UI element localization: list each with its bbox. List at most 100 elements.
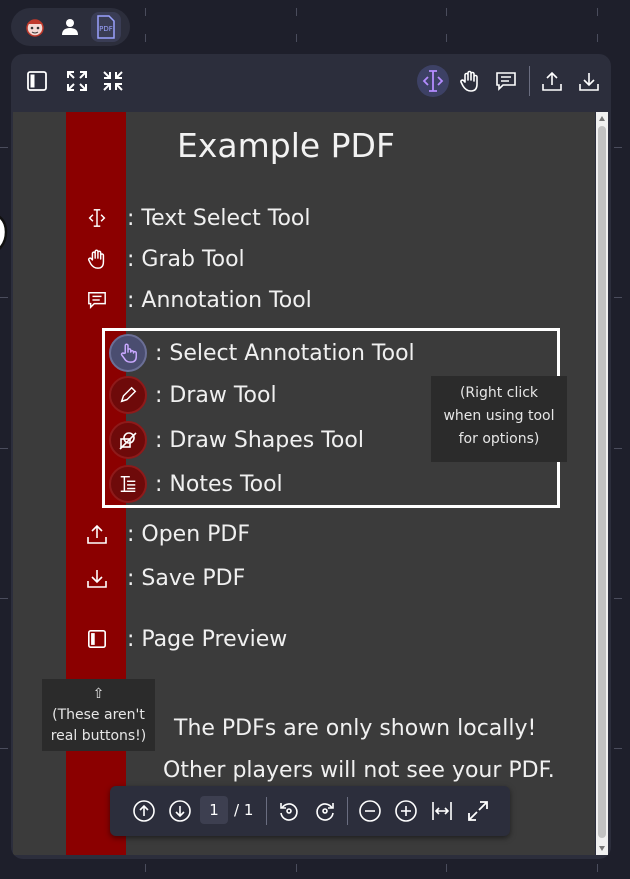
annotation-icon [496, 72, 516, 91]
grid-tick [446, 8, 447, 16]
scroll-down-icon[interactable] [599, 846, 605, 851]
annotation-icon [88, 292, 106, 310]
page-number-input[interactable] [200, 796, 228, 824]
grid-tick [145, 8, 146, 16]
list-item-notes: : Notes Tool [109, 464, 283, 504]
right-click-tooltip: (Right click when using tool for options… [431, 376, 567, 462]
tooltip-line: real buttons!) [50, 728, 147, 744]
fit-width-button[interactable] [428, 797, 456, 825]
download-icon [87, 570, 107, 588]
tooltip-line: when using tool [443, 408, 555, 424]
viewer-toolbar [11, 54, 611, 108]
tool-label: : Page Preview [127, 626, 288, 652]
annotation-tool-button[interactable] [490, 65, 522, 97]
shapes-icon [119, 432, 137, 450]
sidebar-toggle-icon [27, 71, 47, 91]
text-select-icon [88, 209, 106, 227]
list-item-grab: : Grab Tool [73, 243, 245, 275]
tooltip-line: for options) [458, 431, 540, 447]
vertical-scrollbar[interactable] [596, 112, 608, 855]
pdf-button[interactable]: PDF [91, 12, 122, 42]
grab-tool-button[interactable] [454, 65, 486, 97]
rotate-right-button[interactable] [311, 797, 339, 825]
scroll-thumb[interactable] [598, 126, 606, 838]
fullscreen-button[interactable] [464, 797, 492, 825]
expand-button[interactable] [61, 65, 93, 97]
grid-tick [296, 34, 297, 42]
list-item-select-annotation: : Select Annotation Tool [109, 333, 415, 373]
zoom-out-button[interactable] [356, 797, 384, 825]
rotate-right-icon [316, 803, 334, 821]
tool-label: : Select Annotation Tool [155, 340, 415, 366]
open-pdf-button[interactable] [536, 65, 568, 97]
tooltip-line: (Right click [459, 385, 539, 401]
grid-tick [0, 147, 8, 148]
text-select-icon [422, 70, 444, 92]
sidebar-toggle-button[interactable] [21, 65, 53, 97]
user-icon [62, 19, 79, 35]
grab-hand-icon [460, 70, 478, 92]
upload-icon [87, 524, 107, 544]
tooltip-line: (These aren't [52, 707, 145, 723]
svg-text:PDF: PDF [99, 25, 113, 33]
pager-separator [266, 797, 267, 825]
pencil-icon [120, 386, 137, 403]
tool-label: : Grab Tool [127, 246, 245, 272]
save-pdf-button[interactable] [573, 65, 605, 97]
pdf-icon: PDF [97, 15, 115, 39]
download-icon [579, 73, 599, 91]
rotate-left-icon [280, 803, 298, 821]
list-item-draw: : Draw Tool [109, 375, 277, 415]
scroll-up-icon[interactable] [599, 116, 605, 121]
grid-tick [614, 598, 622, 599]
list-item-page-preview: : Page Preview [73, 623, 287, 655]
grid-tick [145, 864, 146, 872]
grid-tick [614, 448, 622, 449]
arrow-down-circle-icon [169, 800, 191, 822]
zoom-in-button[interactable] [392, 797, 420, 825]
tool-label: : Annotation Tool [127, 287, 312, 313]
pdf-page-viewer[interactable]: Example PDF : Text Select Tool : Grab To… [13, 112, 595, 855]
mascot-button[interactable] [20, 12, 50, 42]
grid-tick [296, 8, 297, 16]
grid-tick [597, 8, 598, 16]
list-item-annotation: : Annotation Tool [73, 284, 312, 316]
grid-tick [296, 864, 297, 872]
fit-width-icon [432, 802, 452, 820]
grid-tick [597, 34, 598, 42]
next-page-button[interactable] [166, 797, 194, 825]
tool-label: : Text Select Tool [127, 205, 311, 231]
grid-tick [0, 297, 8, 298]
notes-icon [120, 476, 136, 492]
rotate-left-button[interactable] [275, 797, 303, 825]
arrow-up-circle-icon [133, 800, 155, 822]
grid-tick [446, 34, 447, 42]
character-token-icon[interactable] [0, 210, 8, 256]
pdf-viewer-panel: Example PDF : Text Select Tool : Grab To… [11, 54, 611, 859]
list-item-save-pdf: : Save PDF [73, 562, 245, 594]
collapse-button[interactable] [97, 65, 129, 97]
zoom-in-icon [395, 800, 417, 822]
page-count: / 1 [234, 801, 254, 819]
tool-label: : Draw Tool [155, 382, 277, 408]
mascot-icon [26, 19, 44, 37]
list-item-text-select: : Text Select Tool [73, 202, 311, 234]
grid-tick [145, 34, 146, 42]
user-button[interactable] [55, 12, 85, 42]
tool-label: : Open PDF [127, 521, 251, 547]
pointer-hand-icon [120, 343, 137, 363]
grid-tick [614, 147, 622, 148]
text-select-tool-button[interactable] [417, 65, 449, 97]
grid-tick [597, 864, 598, 872]
tool-label: : Save PDF [127, 565, 246, 591]
page-controls: / 1 [110, 786, 510, 836]
previous-page-button[interactable] [130, 797, 158, 825]
tool-label: : Notes Tool [155, 471, 283, 497]
not-real-buttons-tooltip: ⇧ (These aren't real buttons!) [42, 679, 155, 751]
grab-hand-icon [88, 249, 105, 269]
grid-tick [0, 748, 8, 749]
grid-tick [0, 448, 8, 449]
list-item-open-pdf: : Open PDF [73, 518, 250, 550]
grid-tick [614, 297, 622, 298]
fullscreen-icon [468, 801, 488, 821]
